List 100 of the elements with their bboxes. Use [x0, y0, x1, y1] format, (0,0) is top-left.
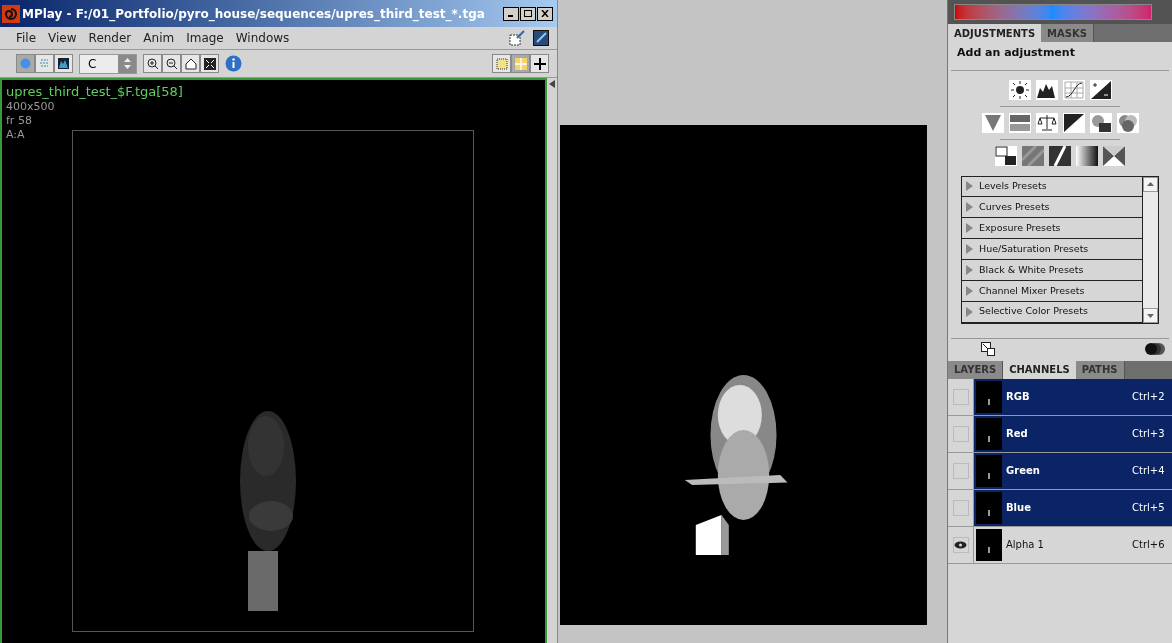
expand-icon: [966, 244, 973, 254]
preset-item[interactable]: Levels Presets: [962, 176, 1143, 198]
brightness-icon[interactable]: [1008, 79, 1031, 100]
frame-number: fr 58: [6, 114, 33, 128]
channel-shortcut: Ctrl+4: [1132, 464, 1166, 478]
float-window-icon[interactable]: [509, 30, 525, 46]
menu-item[interactable]: Windows: [235, 29, 290, 47]
image-filename: upres_third_test_$F.tga[58]: [6, 84, 183, 100]
guide-button[interactable]: [492, 54, 511, 73]
panel-tab[interactable]: ADJUSTMENTS: [948, 24, 1042, 42]
circles-icon[interactable]: [1116, 112, 1139, 133]
close-icon: [541, 10, 549, 17]
expand-icon: [966, 264, 973, 275]
channel-row[interactable]: Blue Ctrl+5: [948, 489, 1172, 527]
panel-tab[interactable]: MASKS: [1041, 24, 1094, 42]
zoom-in-icon: [146, 57, 159, 70]
visibility-toggle[interactable]: [952, 388, 969, 405]
channel-name: Green: [1006, 464, 1041, 478]
preset-item[interactable]: Hue/Saturation Presets: [962, 239, 1143, 260]
menu-item[interactable]: Render: [88, 29, 132, 47]
panel-tab[interactable]: PATHS: [1075, 360, 1125, 379]
preset-item[interactable]: Channel Mixer Presets: [962, 280, 1143, 302]
channel-row[interactable]: Alpha 1 Ctrl+6: [948, 526, 1172, 564]
scrollbar[interactable]: [1143, 176, 1158, 323]
channel-row[interactable]: Green Ctrl+4: [948, 452, 1172, 490]
dotted-square-icon: [495, 57, 508, 70]
channel-row[interactable]: RGB Ctrl+2: [948, 378, 1172, 416]
channel-thumbnail: [976, 491, 1002, 524]
channel-name: RGB: [1006, 390, 1031, 404]
zoom-out-icon: [165, 57, 178, 70]
home-icon: [184, 57, 197, 70]
minimize-button[interactable]: [503, 6, 519, 21]
fit-button[interactable]: [200, 54, 219, 73]
channel-shortcut: Ctrl+3: [1132, 427, 1166, 441]
fit-icon: [203, 57, 216, 70]
channel-name: Blue: [1006, 501, 1032, 515]
exposure-icon[interactable]: [1089, 79, 1112, 100]
crosshair-button[interactable]: [530, 54, 549, 73]
channel-row[interactable]: Red Ctrl+3: [948, 415, 1172, 453]
channel-thumbnail: [976, 380, 1002, 413]
panel-heading: Add an adjustment: [951, 42, 1169, 71]
home-button[interactable]: [181, 54, 200, 73]
channel-label: A:A: [6, 128, 26, 142]
crosshair-icon: [533, 57, 546, 70]
channel-thumbnail: [976, 528, 1002, 561]
channel-name: Red: [1006, 427, 1029, 441]
visibility-toggle[interactable]: [952, 536, 969, 553]
dashes-icon: [39, 58, 50, 69]
resize-icon[interactable]: [981, 342, 995, 356]
channel-select[interactable]: C: [79, 53, 137, 74]
expand-icon: [966, 202, 973, 213]
gradient-icon[interactable]: [1076, 145, 1098, 166]
expand-icon: [966, 181, 973, 192]
eye-icon: [954, 540, 967, 549]
circles-icon[interactable]: [1145, 342, 1165, 356]
preset-item[interactable]: Exposure Presets: [962, 218, 1143, 240]
hatched-icon[interactable]: [1022, 145, 1044, 166]
maximize-icon: [524, 10, 532, 17]
cross-icon[interactable]: [1103, 145, 1125, 166]
preset-item[interactable]: Black & White Presets: [962, 259, 1143, 281]
channel-shortcut: Ctrl+5: [1132, 501, 1166, 515]
info-icon[interactable]: [225, 55, 242, 72]
gradient-bars-icon[interactable]: [1008, 112, 1031, 133]
image-resolution: 400x500: [6, 100, 56, 114]
diagonal-icon[interactable]: [1062, 112, 1085, 133]
visibility-toggle[interactable]: [952, 425, 969, 442]
expand-icon: [966, 306, 973, 317]
channel-thumbnail: [976, 417, 1002, 450]
histogram-button[interactable]: [54, 54, 73, 73]
swatches-icon[interactable]: [995, 145, 1017, 166]
window-title: MPlay - F:/01_Portfolio/pyro_house/sequences/upres_third_test_*.tga: [22, 5, 486, 23]
visibility-toggle[interactable]: [952, 499, 969, 516]
preset-item[interactable]: Curves Presets: [962, 197, 1143, 219]
color-ramp[interactable]: [954, 4, 1152, 20]
close-button[interactable]: [537, 6, 553, 21]
menu-item[interactable]: File: [16, 29, 37, 47]
menu-item[interactable]: Image: [186, 29, 224, 47]
maximize-button[interactable]: [520, 6, 536, 21]
slash-icon[interactable]: [1049, 145, 1071, 166]
panel-tab[interactable]: LAYERS: [948, 360, 1004, 379]
grid-icon: [514, 57, 527, 70]
expand-icon: [966, 223, 973, 234]
channel-shortcut: Ctrl+2: [1132, 390, 1166, 404]
visibility-toggle[interactable]: [952, 462, 969, 479]
dock-window-icon[interactable]: [533, 30, 549, 46]
channel-shortcut: Ctrl+6: [1132, 538, 1166, 552]
panel-tab[interactable]: CHANNELS: [1003, 360, 1076, 379]
expand-icon: [966, 285, 973, 296]
menu-item[interactable]: View: [48, 29, 77, 47]
scroll-down-icon: [1143, 307, 1158, 323]
histogram-icon[interactable]: [1035, 79, 1058, 100]
menu-item[interactable]: Anim: [143, 29, 175, 47]
camera-icon[interactable]: [1089, 112, 1112, 133]
sphere-icon: [20, 58, 31, 69]
preset-item[interactable]: Selective Color Presets: [962, 301, 1143, 323]
zoom-in-button[interactable]: [143, 54, 162, 73]
scales-icon[interactable]: [1035, 112, 1058, 133]
triangle-icon[interactable]: [981, 112, 1004, 133]
zoom-out-button[interactable]: [162, 54, 181, 73]
curve-icon[interactable]: [1062, 79, 1085, 100]
